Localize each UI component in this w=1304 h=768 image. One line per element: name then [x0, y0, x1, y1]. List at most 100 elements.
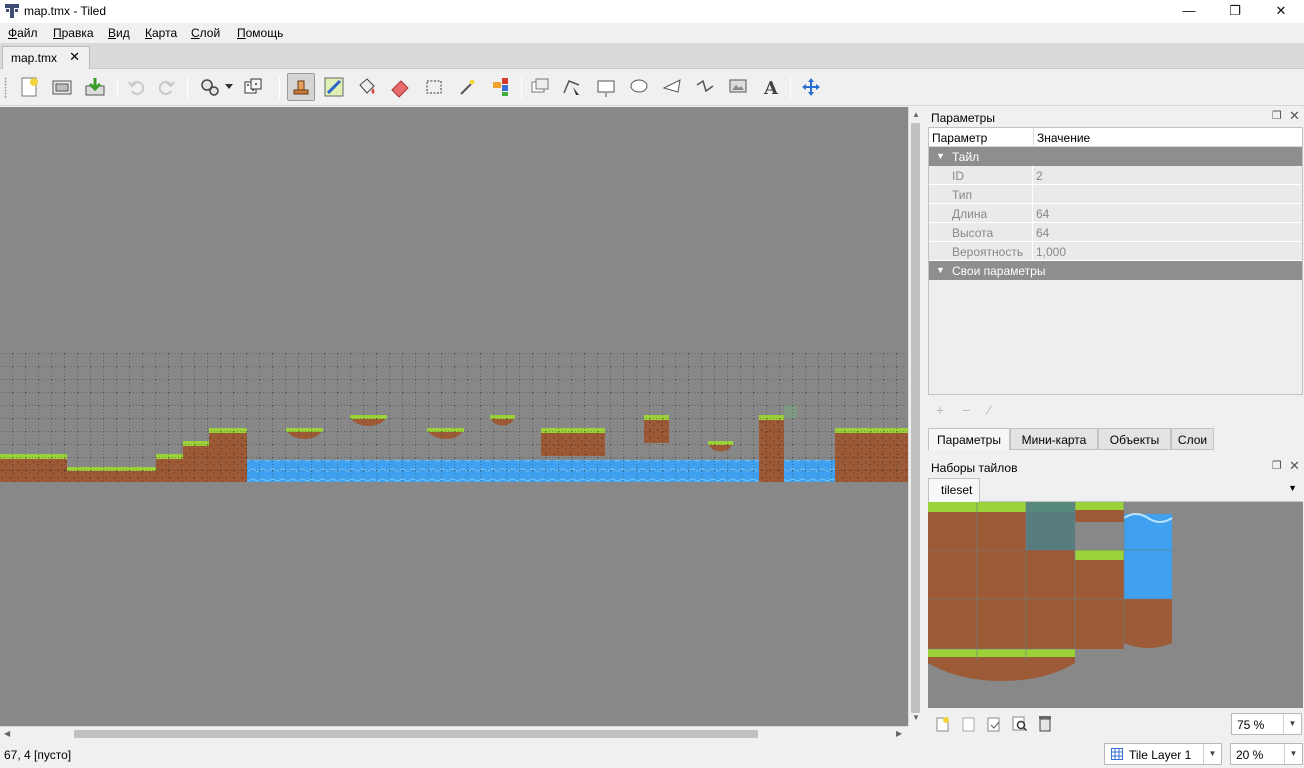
undo-icon[interactable]: [122, 73, 150, 101]
properties-table: Параметр Значение ▼ Тайл ID 2 Тип Длина 64…: [928, 127, 1303, 395]
toolbar-separator: [187, 77, 188, 99]
toolbar-grip[interactable]: [4, 77, 7, 99]
add-property-icon[interactable]: +: [936, 402, 944, 418]
scroll-down-icon[interactable]: ▼: [912, 713, 920, 722]
tileset-zoom-select[interactable]: 75 % ▼: [1231, 713, 1302, 735]
insert-tile-icon[interactable]: [724, 73, 752, 101]
tile-map[interactable]: [0, 107, 908, 726]
tileset-tile: [1075, 550, 1124, 560]
property-row-height[interactable]: Высота 64: [929, 223, 1302, 242]
move-arrows-icon[interactable]: [797, 73, 825, 101]
chevron-down-icon[interactable]: ▼: [1203, 744, 1221, 764]
close-window-button[interactable]: ✕: [1258, 0, 1304, 23]
group-tile[interactable]: ▼ Тайл: [929, 147, 1302, 166]
tileset-view[interactable]: [928, 502, 1303, 708]
close-panel-icon[interactable]: ✕: [1289, 108, 1300, 124]
horizontal-scrollbar[interactable]: ◀ ▶: [0, 726, 908, 740]
select-objects-icon[interactable]: [526, 73, 554, 101]
window-title: map.tmx - Tiled: [24, 4, 107, 18]
random-dice-icon[interactable]: [239, 73, 267, 101]
edit-tileset-icon[interactable]: [987, 716, 1001, 735]
property-row-probability[interactable]: Вероятность 1,000: [929, 242, 1302, 261]
stamp-brush-icon[interactable]: [287, 73, 315, 101]
horizontal-scroll-thumb[interactable]: [74, 730, 758, 738]
commands-dropdown-chevron-icon[interactable]: [222, 73, 236, 101]
scroll-up-icon[interactable]: ▲: [912, 110, 920, 119]
scroll-left-icon[interactable]: ◀: [4, 729, 10, 738]
redo-icon[interactable]: [153, 73, 181, 101]
eraser-icon[interactable]: [386, 73, 414, 101]
menu-edit[interactable]: Правка: [53, 26, 94, 40]
expand-chevron-icon[interactable]: ▼: [936, 151, 945, 161]
title-bar: map.tmx - Tiled — ❐ ✕: [0, 0, 1304, 23]
insert-polyline-icon[interactable]: [691, 73, 719, 101]
right-dock: Параметры ❐ ✕ Параметр Значение ▼ Тайл I…: [924, 107, 1304, 740]
save-icon[interactable]: [81, 73, 109, 101]
menu-view[interactable]: Вид: [108, 26, 130, 40]
chevron-down-icon[interactable]: ▼: [1283, 714, 1301, 734]
toolbar-separator: [117, 77, 118, 99]
new-map-icon[interactable]: [16, 73, 44, 101]
import-tileset-icon[interactable]: [962, 716, 976, 735]
insert-text-icon[interactable]: A: [757, 73, 785, 101]
maximize-button[interactable]: ❐: [1212, 0, 1258, 23]
expand-chevron-icon[interactable]: ▼: [936, 265, 945, 275]
property-row-id[interactable]: ID 2: [929, 166, 1302, 185]
menu-map[interactable]: Карта: [145, 26, 177, 40]
new-tileset-icon[interactable]: [936, 716, 950, 735]
select-same-tile-icon[interactable]: [487, 73, 515, 101]
scroll-right-icon[interactable]: ▶: [896, 729, 902, 738]
bucket-fill-icon[interactable]: [353, 73, 381, 101]
magic-wand-icon[interactable]: [453, 73, 481, 101]
chevron-down-icon[interactable]: ▼: [1284, 744, 1302, 764]
close-tab-icon[interactable]: ✕: [69, 49, 80, 65]
map-canvas[interactable]: [0, 107, 908, 726]
tileset-tile: [1075, 550, 1124, 649]
float-panel-icon[interactable]: ❐: [1272, 109, 1282, 122]
toolbar-separator: [521, 77, 522, 99]
remove-property-icon[interactable]: −: [962, 402, 970, 418]
terrain-brush-icon[interactable]: [320, 73, 348, 101]
commands-gear-icon[interactable]: [196, 73, 224, 101]
tab-minimap[interactable]: Мини-карта: [1010, 428, 1098, 450]
tab-properties[interactable]: Параметры: [928, 428, 1010, 450]
tileset-bottom-toolbar: 75 % ▼: [928, 708, 1303, 740]
remove-tileset-icon[interactable]: [1038, 715, 1052, 735]
tile-layer-icon: [1111, 748, 1123, 763]
tab-layers[interactable]: Слои: [1171, 428, 1214, 450]
rectangular-select-icon[interactable]: [420, 73, 448, 101]
tiled-app-icon: [5, 4, 19, 18]
close-panel-icon[interactable]: ✕: [1289, 458, 1300, 474]
edit-polygons-icon[interactable]: [558, 73, 586, 101]
menu-layer[interactable]: Слой: [191, 26, 220, 40]
map-zoom-select[interactable]: 20 % ▼: [1230, 743, 1303, 765]
menu-help[interactable]: Помощь: [237, 26, 283, 40]
property-row-type[interactable]: Тип: [929, 185, 1302, 204]
tab-map-tmx[interactable]: map.tmx ✕: [2, 46, 90, 69]
vertical-scrollbar[interactable]: ▲ ▼: [908, 107, 922, 726]
minimize-button[interactable]: —: [1166, 0, 1212, 23]
tileset-tab-row: tileset ▼: [928, 477, 1303, 502]
property-row-width[interactable]: Длина 64: [929, 204, 1302, 223]
layer-select[interactable]: Tile Layer 1 ▼: [1104, 743, 1222, 765]
tileset-properties-icon[interactable]: [1012, 716, 1028, 735]
insert-polygon-icon[interactable]: [658, 73, 686, 101]
insert-ellipse-icon[interactable]: [625, 73, 653, 101]
group-custom-properties[interactable]: ▼ Свои параметры: [929, 261, 1302, 280]
svg-text:A: A: [763, 78, 779, 98]
insert-rectangle-icon[interactable]: [592, 73, 620, 101]
float-panel-icon[interactable]: ❐: [1272, 459, 1282, 472]
param-column-header[interactable]: Параметр: [929, 128, 1033, 147]
cursor-coordinates: 67, 4 [пусто]: [4, 748, 72, 762]
open-file-icon[interactable]: [48, 73, 76, 101]
tileset-dropdown-chevron-icon[interactable]: ▼: [1288, 483, 1297, 493]
tab-tileset[interactable]: tileset: [928, 478, 980, 502]
tileset-image[interactable]: [928, 502, 1303, 708]
vertical-scroll-thumb[interactable]: [911, 123, 920, 713]
menu-file[interactable]: Файл: [8, 26, 38, 40]
rename-property-icon[interactable]: ⁄: [988, 402, 990, 418]
menu-bar: Файл Правка Вид Карта Слой Помощь: [0, 23, 1304, 43]
tab-objects[interactable]: Объекты: [1098, 428, 1171, 450]
custom-properties-area[interactable]: [929, 280, 1302, 394]
value-column-header[interactable]: Значение: [1033, 128, 1302, 147]
